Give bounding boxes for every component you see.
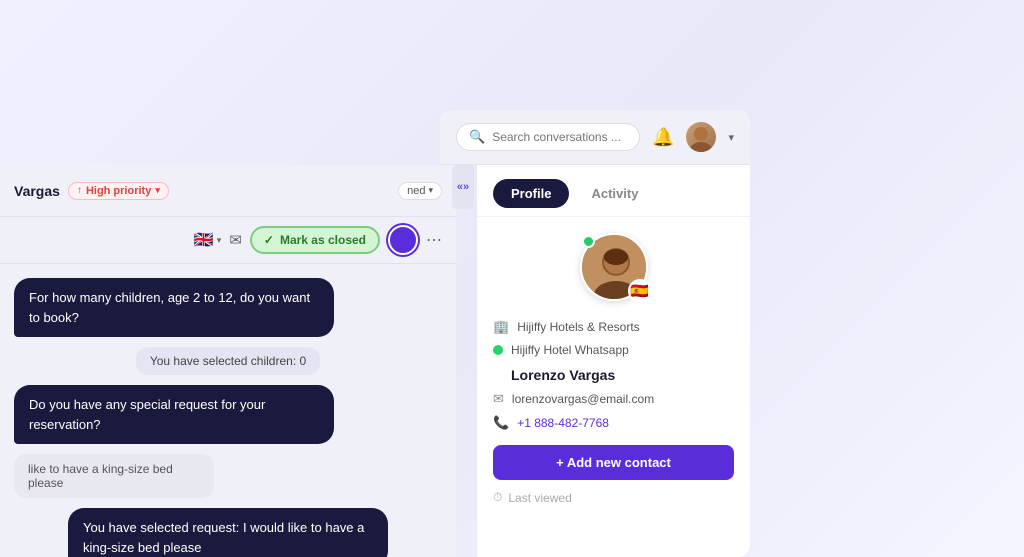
wa-dot-icon: [493, 345, 503, 355]
chevron-down-icon[interactable]: ▾: [728, 131, 734, 144]
bell-icon[interactable]: 🔔: [652, 127, 674, 148]
building-icon: 🏢: [493, 319, 509, 335]
chat-header-right: ned ▾: [398, 182, 442, 200]
chat-messages: For how many children, age 2 to 12, do y…: [0, 264, 456, 557]
contact-full-name: Lorenzo Vargas: [493, 361, 734, 387]
profile-avatar-section: 🇪🇸: [493, 233, 734, 301]
assigned-dropdown[interactable]: ned ▾: [398, 182, 442, 200]
chevron-assigned-icon: ▾: [428, 185, 433, 196]
last-viewed-label: Last viewed: [508, 491, 571, 505]
chat-header-left: Vargas ↑ High priority ▾: [14, 182, 169, 200]
agent-avatar-circle[interactable]: [388, 225, 418, 255]
info-row-channel: Hijiffy Hotel Whatsapp: [493, 339, 734, 361]
mark-closed-label: Mark as closed: [280, 233, 366, 247]
contact-name: Vargas: [14, 183, 60, 199]
expand-arrows[interactable]: «»: [452, 165, 474, 209]
check-icon: ✓: [264, 233, 274, 247]
info-row-phone: 📞 +1 888-482-7768: [493, 411, 734, 435]
message-row: like to have a king-size bed please: [14, 454, 442, 498]
priority-badge[interactable]: ↑ High priority ▾: [68, 182, 169, 200]
flag-emoji: 🇪🇸: [630, 282, 649, 300]
clock-icon: ⏱: [493, 490, 502, 505]
chat-panel: Vargas ↑ High priority ▾ ned ▾ 🇬🇧 ▾ ✉ ✓ …: [0, 165, 456, 557]
search-icon: 🔍: [469, 129, 485, 145]
message-bubble: Do you have any special request for your…: [14, 385, 334, 444]
flag-badge: 🇪🇸: [628, 279, 652, 303]
message-row: Do you have any special request for your…: [14, 385, 442, 444]
message-bubble-center: You have selected children: 0: [136, 347, 320, 375]
phone-link[interactable]: +1 888-482-7768: [517, 416, 609, 430]
online-dot: [582, 235, 595, 248]
search-input[interactable]: [492, 130, 627, 144]
tab-profile[interactable]: Profile: [493, 179, 569, 208]
message-row: For how many children, age 2 to 12, do y…: [14, 278, 442, 337]
message-bubble: For how many children, age 2 to 12, do y…: [14, 278, 334, 337]
avatar-wrapper: 🇪🇸: [580, 233, 648, 301]
channel-name: Hijiffy Hotel Whatsapp: [511, 343, 629, 357]
top-bar: 🔍 🔔 ▾: [440, 110, 750, 165]
avatar-top[interactable]: [686, 122, 716, 152]
message-row: You have selected request: I would like …: [14, 508, 442, 557]
email-info-icon: ✉: [493, 391, 504, 407]
add-contact-button[interactable]: + Add new contact: [493, 445, 734, 480]
profile-panel: Profile Activity 🇪🇸: [476, 165, 750, 557]
chevron-priority-icon: ▾: [155, 185, 160, 196]
chat-actions-bar: 🇬🇧 ▾ ✉ ✓ Mark as closed ⋯: [0, 217, 456, 264]
flag-button[interactable]: 🇬🇧 ▾: [194, 230, 221, 250]
email-value: lorenzovargas@email.com: [512, 392, 654, 406]
info-row-company: 🏢 Hijiffy Hotels & Resorts: [493, 315, 734, 339]
info-row-email: ✉ lorenzovargas@email.com: [493, 387, 734, 411]
profile-tabs: Profile Activity: [477, 165, 750, 217]
avatar-image: [686, 122, 716, 152]
more-dots-icon[interactable]: ⋯: [426, 230, 442, 250]
message-row: You have selected children: 0: [14, 347, 442, 375]
phone-icon: 📞: [493, 415, 509, 431]
chat-header: Vargas ↑ High priority ▾ ned ▾: [0, 165, 456, 217]
profile-content: 🇪🇸 🏢 Hijiffy Hotels & Resorts Hijiffy Ho…: [477, 217, 750, 557]
search-bar[interactable]: 🔍: [456, 123, 640, 151]
priority-label: High priority: [86, 185, 151, 197]
chevron-flag-icon: ▾: [217, 235, 222, 246]
message-bubble-center: You have selected request: I would like …: [68, 508, 388, 557]
last-viewed-row: ⏱ Last viewed: [493, 480, 734, 515]
arrow-up-icon: ↑: [77, 185, 82, 196]
message-bubble-faded: like to have a king-size bed please: [14, 454, 214, 498]
company-name: Hijiffy Hotels & Resorts: [517, 320, 639, 334]
profile-info: 🏢 Hijiffy Hotels & Resorts Hijiffy Hotel…: [493, 315, 734, 515]
mark-closed-button[interactable]: ✓ Mark as closed: [250, 226, 380, 254]
assigned-label: ned: [407, 185, 425, 197]
tab-activity[interactable]: Activity: [573, 179, 656, 208]
email-icon[interactable]: ✉: [229, 231, 242, 249]
